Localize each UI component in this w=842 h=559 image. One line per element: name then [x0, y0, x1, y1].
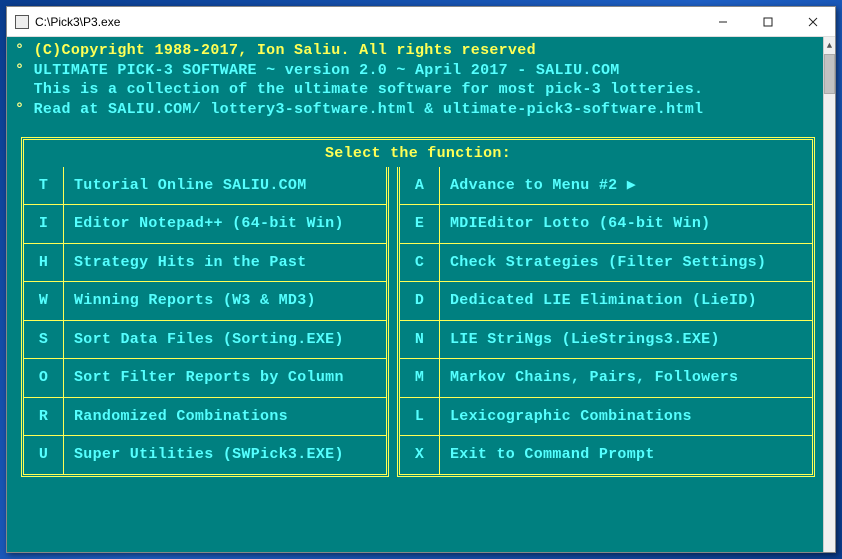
scroll-thumb[interactable] [824, 54, 835, 94]
menu-key: L [400, 398, 440, 436]
menu-title: Select the function: [21, 137, 815, 167]
menu-label: Tutorial Online SALIU.COM [64, 167, 386, 205]
content-area: (C)Copyright 1988-2017, Ion Saliu. All r… [7, 37, 835, 552]
header-line-4-text: Read at SALIU.COM/ lottery3-software.htm… [34, 101, 704, 118]
menu-label: Randomized Combinations [64, 398, 386, 436]
menu-label: Sort Filter Reports by Column [64, 359, 386, 397]
menu-key: E [400, 205, 440, 243]
menu-label: Sort Data Files (Sorting.EXE) [64, 321, 386, 359]
menu-label: Check Strategies (Filter Settings) [440, 244, 812, 282]
menu-key: X [400, 436, 440, 474]
maximize-button[interactable] [745, 7, 790, 36]
menu-key: I [24, 205, 64, 243]
menu-label: Super Utilities (SWPick3.EXE) [64, 436, 386, 474]
titlebar[interactable]: C:\Pick3\P3.exe [7, 7, 835, 37]
menu-label: Winning Reports (W3 & MD3) [64, 282, 386, 320]
close-button[interactable] [790, 7, 835, 36]
header-line-4: Read at SALIU.COM/ lottery3-software.htm… [15, 100, 815, 120]
menu-label: Advance to Menu #2 ▶ [440, 167, 812, 205]
menu-item-t[interactable]: TTutorial Online SALIU.COM [24, 167, 386, 205]
header-line-1: (C)Copyright 1988-2017, Ion Saliu. All r… [15, 41, 815, 61]
menu-item-i[interactable]: IEditor Notepad++ (64-bit Win) [24, 204, 386, 243]
menu-key: O [24, 359, 64, 397]
header-line-2: ULTIMATE PICK-3 SOFTWARE ~ version 2.0 ~… [15, 61, 815, 81]
menu-label: Lexicographic Combinations [440, 398, 812, 436]
menu-label: LIE StriNgs (LieStrings3.EXE) [440, 321, 812, 359]
menu-key: A [400, 167, 440, 205]
menu-key: T [24, 167, 64, 205]
maximize-icon [763, 17, 773, 27]
menu-col-right: AAdvance to Menu #2 ▶EMDIEditor Lotto (6… [397, 167, 815, 477]
menu-label: Strategy Hits in the Past [64, 244, 386, 282]
menu-key: S [24, 321, 64, 359]
menu-columns: TTutorial Online SALIU.COMIEditor Notepa… [21, 167, 815, 477]
minimize-button[interactable] [700, 7, 745, 36]
menu-key: U [24, 436, 64, 474]
scroll-up-button[interactable]: ▲ [824, 37, 835, 54]
menu-key: D [400, 282, 440, 320]
menu-key: C [400, 244, 440, 282]
menu-label: Exit to Command Prompt [440, 436, 812, 474]
menu-item-o[interactable]: OSort Filter Reports by Column [24, 358, 386, 397]
menu-item-r[interactable]: RRandomized Combinations [24, 397, 386, 436]
menu-item-d[interactable]: DDedicated LIE Elimination (LieID) [400, 281, 812, 320]
minimize-icon [718, 17, 728, 27]
header-line-2-text: ULTIMATE PICK-3 SOFTWARE ~ version 2.0 ~… [34, 62, 620, 79]
menu-item-u[interactable]: USuper Utilities (SWPick3.EXE) [24, 435, 386, 474]
app-window: C:\Pick3\P3.exe (C)Copyright 1988-2017, … [6, 6, 836, 553]
menu-item-l[interactable]: LLexicographic Combinations [400, 397, 812, 436]
menu-item-n[interactable]: NLIE StriNgs (LieStrings3.EXE) [400, 320, 812, 359]
menu-item-s[interactable]: SSort Data Files (Sorting.EXE) [24, 320, 386, 359]
menu-item-x[interactable]: XExit to Command Prompt [400, 435, 812, 474]
menu-item-m[interactable]: MMarkov Chains, Pairs, Followers [400, 358, 812, 397]
menu-label: Dedicated LIE Elimination (LieID) [440, 282, 812, 320]
header-line-3: This is a collection of the ultimate sof… [15, 80, 815, 100]
vertical-scrollbar[interactable]: ▲ [823, 37, 835, 552]
menu-key: W [24, 282, 64, 320]
menu-label: Editor Notepad++ (64-bit Win) [64, 205, 386, 243]
console-output: (C)Copyright 1988-2017, Ion Saliu. All r… [7, 37, 823, 552]
menu-key: N [400, 321, 440, 359]
close-icon [808, 17, 818, 27]
window-controls [700, 7, 835, 36]
menu-item-e[interactable]: EMDIEditor Lotto (64-bit Win) [400, 204, 812, 243]
menu-item-a[interactable]: AAdvance to Menu #2 ▶ [400, 167, 812, 205]
app-icon [15, 15, 29, 29]
menu-label: Markov Chains, Pairs, Followers [440, 359, 812, 397]
header-line-3-text: This is a collection of the ultimate sof… [34, 81, 704, 98]
menu-key: M [400, 359, 440, 397]
menu-col-left: TTutorial Online SALIU.COMIEditor Notepa… [21, 167, 389, 477]
menu-item-h[interactable]: HStrategy Hits in the Past [24, 243, 386, 282]
menu-label: MDIEditor Lotto (64-bit Win) [440, 205, 812, 243]
menu-item-c[interactable]: CCheck Strategies (Filter Settings) [400, 243, 812, 282]
menu-item-w[interactable]: WWinning Reports (W3 & MD3) [24, 281, 386, 320]
menu-key: H [24, 244, 64, 282]
menu-key: R [24, 398, 64, 436]
window-title: C:\Pick3\P3.exe [35, 15, 700, 29]
